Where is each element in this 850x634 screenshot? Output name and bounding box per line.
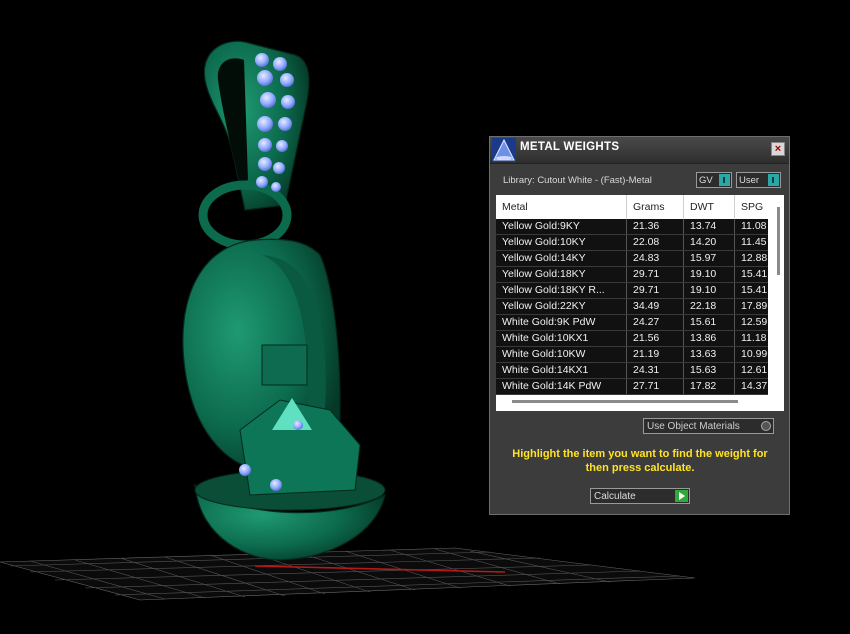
table-row[interactable]: White Gold:14KX1 24.31 15.63 12.61 xyxy=(496,363,768,379)
scrollbar-thumb[interactable] xyxy=(777,207,780,275)
use-object-materials-label: Use Object Materials xyxy=(647,421,740,432)
table-row[interactable]: Yellow Gold:22KY 34.49 22.18 17.89 xyxy=(496,299,768,315)
grams-cell: 34.49 xyxy=(627,299,684,314)
dwt-cell: 14.20 xyxy=(684,235,735,250)
spg-cell: 10.99 xyxy=(741,348,768,360)
dwt-cell: 15.97 xyxy=(684,251,735,266)
grams-cell: 22.08 xyxy=(627,235,684,250)
use-object-materials-toggle[interactable]: Use Object Materials xyxy=(643,418,774,434)
grams-cell: 29.71 xyxy=(627,267,684,282)
spg-cell: 11.18 xyxy=(741,332,767,344)
instruction-text: Highlight the item you want to find the … xyxy=(512,448,768,474)
table-row[interactable]: White Gold:14K PdW 27.71 17.82 14.37 xyxy=(496,379,768,395)
grams-cell: 24.83 xyxy=(627,251,684,266)
metal-cell: Yellow Gold:22KY xyxy=(496,299,627,314)
metal-cell: White Gold:9K PdW xyxy=(496,315,627,330)
metal-cell: White Gold:10KX1 xyxy=(496,331,627,346)
metal-table[interactable]: Metal Grams DWT SPG Yellow Gold:9KY 21.36… xyxy=(496,195,784,411)
dwt-cell: 13.63 xyxy=(684,347,735,362)
grams-cell: 21.19 xyxy=(627,347,684,362)
table-row[interactable]: Yellow Gold:18KY 29.71 19.10 15.41 xyxy=(496,267,768,283)
library-label: Library: Cutout White - (Fast)-Metal xyxy=(503,175,652,186)
table-body: Yellow Gold:9KY 21.36 13.74 11.08 Yellow Gol… xyxy=(496,219,768,395)
metal-cell: Yellow Gold:14KY xyxy=(496,251,627,266)
grams-cell: 21.36 xyxy=(627,219,684,234)
metal-cell: Yellow Gold:18KY R... xyxy=(496,283,627,298)
dwt-cell: 19.10 xyxy=(684,283,735,298)
dropdown-arrow-icon[interactable] xyxy=(719,174,730,186)
column-header-dwt[interactable]: DWT xyxy=(684,195,735,219)
user-select[interactable]: User xyxy=(736,172,781,188)
grams-cell: 27.71 xyxy=(627,379,684,394)
metal-cell: Yellow Gold:9KY xyxy=(496,219,627,234)
pendant-model[interactable] xyxy=(182,40,386,561)
column-header-spg[interactable]: SPG xyxy=(735,195,768,219)
horizontal-scrollbar[interactable] xyxy=(512,400,738,403)
dropdown-arrow-icon[interactable] xyxy=(768,174,779,186)
panel-title: METAL WEIGHTS xyxy=(520,141,620,153)
panel-titlebar[interactable]: METAL WEIGHTS × xyxy=(490,137,789,164)
grams-cell: 24.31 xyxy=(627,363,684,378)
spg-cell: 17.89 xyxy=(741,300,768,312)
spg-cell: 14.37 xyxy=(741,380,768,392)
calculate-button[interactable]: Calculate xyxy=(590,488,690,504)
grams-cell: 24.27 xyxy=(627,315,684,330)
spg-cell: 11.08 xyxy=(741,220,767,232)
table-row[interactable]: White Gold:10KX1 21.56 13.86 11.18 xyxy=(496,331,768,347)
close-icon[interactable]: × xyxy=(771,142,785,156)
table-row[interactable]: Yellow Gold:10KY 22.08 14.20 11.45 xyxy=(496,235,768,251)
table-header: Metal Grams DWT SPG xyxy=(496,195,768,219)
column-header-metal[interactable]: Metal xyxy=(496,195,627,219)
table-row[interactable]: White Gold:10KW 21.19 13.63 10.99 xyxy=(496,347,768,363)
gv-select[interactable]: GV xyxy=(696,172,732,188)
column-header-grams[interactable]: Grams xyxy=(627,195,684,219)
metal-cell: Yellow Gold:10KY xyxy=(496,235,627,250)
spg-cell: 12.59 xyxy=(741,316,768,328)
dwt-cell: 13.74 xyxy=(684,219,735,234)
table-row[interactable]: Yellow Gold:14KY 24.83 15.97 12.88 xyxy=(496,251,768,267)
app-logo-icon xyxy=(492,138,516,162)
user-select-label: User xyxy=(739,175,760,186)
ground-grid xyxy=(0,547,696,601)
dwt-cell: 13.86 xyxy=(684,331,735,346)
spg-cell: 11.45 xyxy=(741,236,767,248)
metal-weights-panel: METAL WEIGHTS × Library: Cutout White - … xyxy=(489,136,790,515)
table-row[interactable]: White Gold:9K PdW 24.27 15.61 12.59 xyxy=(496,315,768,331)
dwt-cell: 15.61 xyxy=(684,315,735,330)
dwt-cell: 15.63 xyxy=(684,363,735,378)
spg-cell: 15.41 xyxy=(741,284,768,296)
calculate-label: Calculate xyxy=(594,491,636,502)
table-row[interactable]: Yellow Gold:18KY R... 29.71 19.10 15.41 xyxy=(496,283,768,299)
metal-cell: White Gold:14K PdW xyxy=(496,379,627,394)
radio-icon[interactable] xyxy=(761,421,771,431)
table-row[interactable]: Yellow Gold:9KY 21.36 13.74 11.08 xyxy=(496,219,768,235)
vertical-scrollbar[interactable] xyxy=(775,207,781,382)
spg-cell: 12.88 xyxy=(741,252,768,264)
grams-cell: 29.71 xyxy=(627,283,684,298)
metal-cell: White Gold:10KW xyxy=(496,347,627,362)
spg-cell: 12.61 xyxy=(741,364,768,376)
dwt-cell: 22.18 xyxy=(684,299,735,314)
dwt-cell: 19.10 xyxy=(684,267,735,282)
metal-cell: Yellow Gold:18KY xyxy=(496,267,627,282)
grams-cell: 21.56 xyxy=(627,331,684,346)
metal-cell: White Gold:14KX1 xyxy=(496,363,627,378)
dwt-cell: 17.82 xyxy=(684,379,735,394)
spg-cell: 15.41 xyxy=(741,268,768,280)
gv-select-label: GV xyxy=(699,175,713,186)
play-arrow-icon[interactable] xyxy=(675,490,688,502)
